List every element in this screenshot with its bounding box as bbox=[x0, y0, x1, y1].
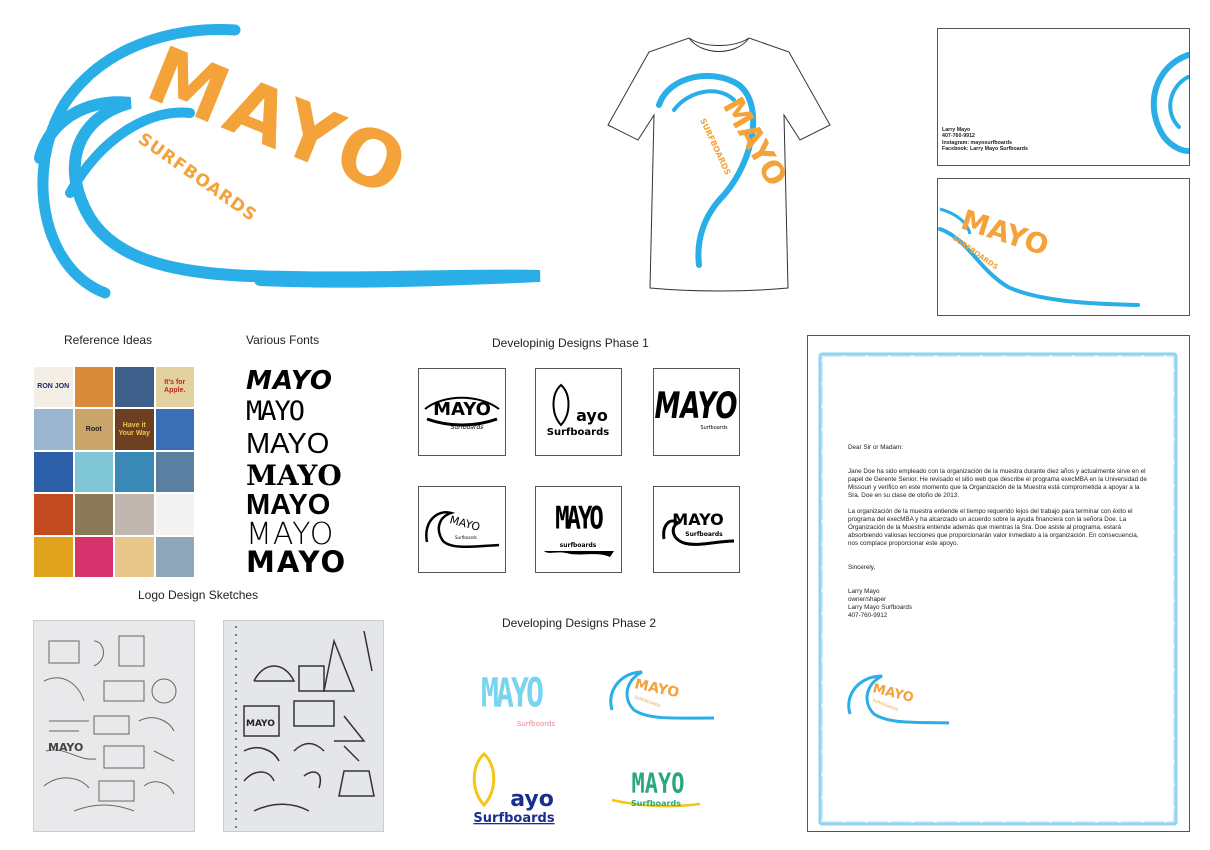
reference-tile: Have it Your Way bbox=[114, 408, 155, 451]
svg-text:MAYO: MAYO bbox=[48, 741, 83, 754]
reference-collage: RON JON It's for Apple. Root Have it Your W… bbox=[33, 366, 195, 578]
letter-closing: Sincerely, bbox=[848, 564, 876, 571]
phase1-3-title: MAYO bbox=[654, 386, 737, 427]
letter-paragraph-2: La organización de la muestra entiende e… bbox=[848, 508, 1139, 547]
phase1-design-4: MAYO Surfboards bbox=[418, 486, 506, 573]
business-card-back: MAYO SURFBOARDS bbox=[937, 178, 1190, 316]
reference-tile bbox=[73, 493, 114, 536]
phase1-6-subtitle: Surfboards bbox=[685, 531, 723, 538]
reference-tile bbox=[114, 366, 155, 409]
card-back-logo: MAYO SURFBOARDS bbox=[938, 203, 1140, 307]
phase2-1-subtitle: Surfboards bbox=[517, 720, 555, 728]
heading-reference-ideas: Reference Ideas bbox=[64, 333, 153, 347]
reference-tile: RON JON bbox=[33, 366, 74, 409]
font-sample-7: MAYO bbox=[246, 545, 348, 579]
letter-sig-company: Larry Mayo Surfboards bbox=[848, 604, 913, 611]
phase1-design-1: MAYO Surfboards bbox=[418, 368, 506, 456]
letter-sig-phone: 407-760-9912 bbox=[848, 612, 888, 619]
phase1-design-2: ayo Surfboards bbox=[535, 368, 622, 456]
phase1-3-subtitle: Surfboards bbox=[700, 425, 728, 431]
reference-tile bbox=[114, 493, 155, 536]
phase1-2-title: ayo bbox=[576, 406, 608, 425]
phase2-3-subtitle: Surfboards bbox=[473, 811, 554, 826]
phase2-design-2: MAYO SURFBOARDS bbox=[609, 670, 715, 720]
tshirt-mockup: MAYO SURFBOARDS bbox=[607, 37, 831, 292]
reference-tile bbox=[114, 535, 155, 578]
business-card-front: Larry Mayo 407-760-9912 Instagram: mayos… bbox=[937, 28, 1190, 166]
reference-tile bbox=[154, 408, 195, 451]
phase1-design-6: MAYO Surfboards bbox=[653, 486, 740, 573]
main-logo: MAYO SURFBOARDS bbox=[34, 23, 541, 299]
phase1-6-title: MAYO bbox=[672, 510, 723, 529]
logo-sketch-1: MAYO bbox=[33, 620, 195, 832]
main-logo-title: MAYO bbox=[135, 30, 423, 216]
letterhead: Dear Sir or Madam: Jane Doe ha sido empl… bbox=[807, 335, 1190, 832]
reference-tile bbox=[154, 535, 195, 578]
phase1-5-title: MAYO bbox=[555, 499, 603, 536]
reference-tile bbox=[154, 450, 195, 494]
phase2-3-title: ayo bbox=[510, 787, 554, 812]
font-sample-1: MAYO bbox=[246, 366, 334, 396]
reference-tile: Root bbox=[73, 408, 114, 451]
letter-greeting: Dear Sir or Madam: bbox=[848, 444, 903, 451]
reference-tile bbox=[33, 450, 74, 494]
reference-tile bbox=[73, 535, 114, 578]
font-sample-3: MAYO bbox=[246, 428, 330, 460]
phase2-design-4: MAYO Surfboards bbox=[611, 767, 701, 808]
letterhead-logo: MAYO SURFBOARDS bbox=[847, 674, 950, 725]
phase1-1-subtitle: Surfboards bbox=[451, 424, 484, 431]
phase1-4-subtitle: Surfboards bbox=[455, 535, 477, 540]
heading-logo-sketches: Logo Design Sketches bbox=[138, 588, 259, 602]
reference-tile bbox=[33, 408, 74, 451]
phase1-design-5: MAYO surfboards bbox=[535, 486, 622, 573]
card-info: Larry Mayo 407-760-9912 Instagram: mayos… bbox=[942, 127, 1028, 153]
card-facebook: Facebook: Larry Mayo Surfboards bbox=[942, 146, 1028, 153]
font-sample-2: MAYO bbox=[246, 396, 305, 427]
reference-tile bbox=[154, 493, 195, 536]
heading-phase1: Developinig Designs Phase 1 bbox=[492, 336, 649, 350]
phase1-5-subtitle: surfboards bbox=[560, 542, 597, 549]
letter-paragraph-1: Jane Doe ha sido empleado con la organiz… bbox=[848, 468, 1147, 499]
reference-tile bbox=[33, 535, 74, 578]
phase1-design-3: MAYO Surfboards bbox=[653, 368, 740, 456]
reference-tile bbox=[114, 450, 155, 494]
phase2-4-subtitle: Surfboards bbox=[631, 799, 681, 808]
heading-phase2: Developing Designs Phase 2 bbox=[502, 616, 657, 630]
letter-sig-name: Larry Mayo bbox=[848, 588, 880, 595]
font-sample-5: MAYO bbox=[246, 489, 331, 521]
reference-tile: It's for Apple. bbox=[154, 366, 195, 409]
phase1-2-subtitle: Surfboards bbox=[547, 427, 609, 438]
logo-sketch-2: MAYO bbox=[223, 620, 384, 832]
phase2-1-title: MAYO bbox=[481, 670, 543, 717]
letter-body: Dear Sir or Madam: Jane Doe ha sido empl… bbox=[848, 444, 1148, 620]
reference-tile bbox=[73, 450, 114, 494]
letter-sig-title: owner/shaper bbox=[848, 596, 887, 603]
reference-tile bbox=[33, 493, 74, 536]
font-sample-4: MAYO bbox=[246, 459, 342, 492]
phase2-4-title: MAYO bbox=[632, 767, 685, 799]
svg-text:MAYO: MAYO bbox=[246, 719, 275, 729]
reference-tile bbox=[73, 366, 114, 409]
phase1-1-title: MAYO bbox=[433, 399, 491, 420]
phase1-4-title: MAYO bbox=[448, 513, 482, 534]
heading-various-fonts: Various Fonts bbox=[246, 333, 320, 347]
phase2-design-3: ayo Surfboards bbox=[472, 752, 555, 826]
phase2-design-1: MAYO Surfboards bbox=[481, 670, 556, 728]
card-wave bbox=[1150, 52, 1189, 154]
